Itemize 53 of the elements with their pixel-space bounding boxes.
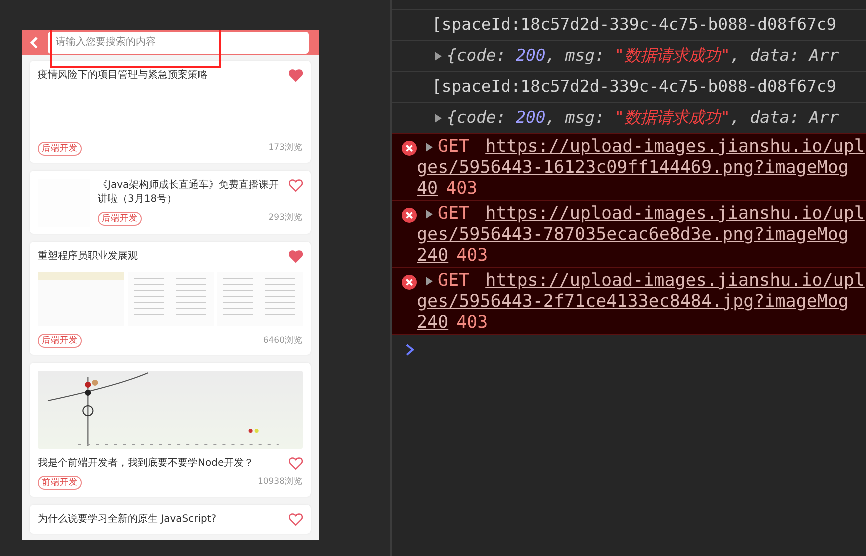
view-count: 6460浏览 <box>263 334 303 348</box>
view-count: 293浏览 <box>268 212 303 225</box>
search-field[interactable]: 请输入您要搜索的内容 <box>48 32 309 54</box>
request-method: GET <box>438 204 470 225</box>
request-method: GET <box>438 137 470 158</box>
console-log-text: [spaceId:18c57d2d-339c-4c75-b088-d08f67c9 <box>432 14 837 36</box>
article-title: 我是个前端开发者，我到底要不要学Node开发？ <box>38 457 256 471</box>
view-count: 173浏览 <box>268 142 303 155</box>
category-tag[interactable]: 后端开发 <box>38 142 82 156</box>
url-link[interactable]: https://upload-images.jianshu.io/upl <box>486 204 865 225</box>
article-title: 为什么说要学习全新的原生 JavaScript? <box>38 512 218 526</box>
url-link[interactable]: ges/5956443-787035ecac6e8d3e.png?imageMog <box>417 225 865 246</box>
expand-triangle-icon[interactable] <box>434 112 443 124</box>
article-title: 疫情风险下的项目管理与紧急预案策略 <box>38 69 209 83</box>
error-icon <box>402 141 417 156</box>
article-title: 《Java架构师成长直通车》免费直播课开讲啦（3月18号） <box>98 178 280 207</box>
article-title: 重塑程序员职业发展观 <box>38 250 139 264</box>
view-count: 10938浏览 <box>258 476 303 489</box>
error-icon <box>402 208 417 223</box>
expand-triangle-icon[interactable] <box>425 276 434 287</box>
url-link[interactable]: ges/5956443-2f71ce4133ec8484.jpg?imageMog <box>417 292 865 313</box>
article-card[interactable]: 为什么说要学习全新的原生 JavaScript? <box>30 504 311 534</box>
status-code: 403 <box>446 179 478 199</box>
request-method: GET <box>438 271 470 292</box>
console-log-text: [spaceId:18c57d2d-339c-4c75-b088-d08f67c9 <box>432 76 837 98</box>
console-object-text[interactable]: {code: 200, msg: "数据请求成功", data: Arr <box>447 106 840 130</box>
url-link[interactable]: 40 <box>417 179 438 199</box>
url-link[interactable]: https://upload-images.jianshu.io/upl <box>486 271 865 292</box>
expand-triangle-icon[interactable] <box>434 50 443 62</box>
filled-heart-icon[interactable] <box>289 69 303 82</box>
article-card[interactable]: 疫情风险下的项目管理与紧急预案策略 后端开发 173浏览 <box>30 61 311 162</box>
url-link[interactable]: ges/5956443-16123c09ff144469.png?imageMog <box>417 158 865 179</box>
url-link[interactable]: https://upload-images.jianshu.io/upl <box>486 137 865 158</box>
expand-triangle-icon[interactable] <box>425 142 434 153</box>
console-object-text[interactable]: {code: 200, msg: "数据请求成功", data: Arr <box>447 44 840 68</box>
filled-heart-icon[interactable] <box>289 250 303 262</box>
article-card[interactable]: 重塑程序员职业发展观 后端开发 6460浏览 <box>30 242 311 355</box>
error-icon <box>402 275 417 290</box>
article-card[interactable]: 《Java架构师成长直通车》免费直播课开讲啦（3月18号） 后端开发 293浏览 <box>30 170 311 234</box>
category-tag[interactable]: 前端开发 <box>38 476 82 490</box>
url-link[interactable]: 240 <box>417 313 449 333</box>
heart-outline-icon[interactable] <box>289 178 303 192</box>
status-code: 403 <box>456 246 488 266</box>
category-tag[interactable]: 后端开发 <box>38 334 82 348</box>
status-code: 403 <box>456 313 488 333</box>
expand-triangle-icon[interactable] <box>425 209 434 220</box>
article-card[interactable]: 我是个前端开发者，我到底要不要学Node开发？ 前端开发 10938浏览 <box>30 363 311 496</box>
heart-outline-icon[interactable] <box>289 512 303 526</box>
back-icon[interactable] <box>30 36 40 48</box>
category-tag[interactable]: 后端开发 <box>98 212 142 226</box>
heart-outline-icon[interactable] <box>289 457 303 470</box>
url-link[interactable]: 240 <box>417 246 449 266</box>
prompt-chevron-icon[interactable] <box>406 344 415 356</box>
